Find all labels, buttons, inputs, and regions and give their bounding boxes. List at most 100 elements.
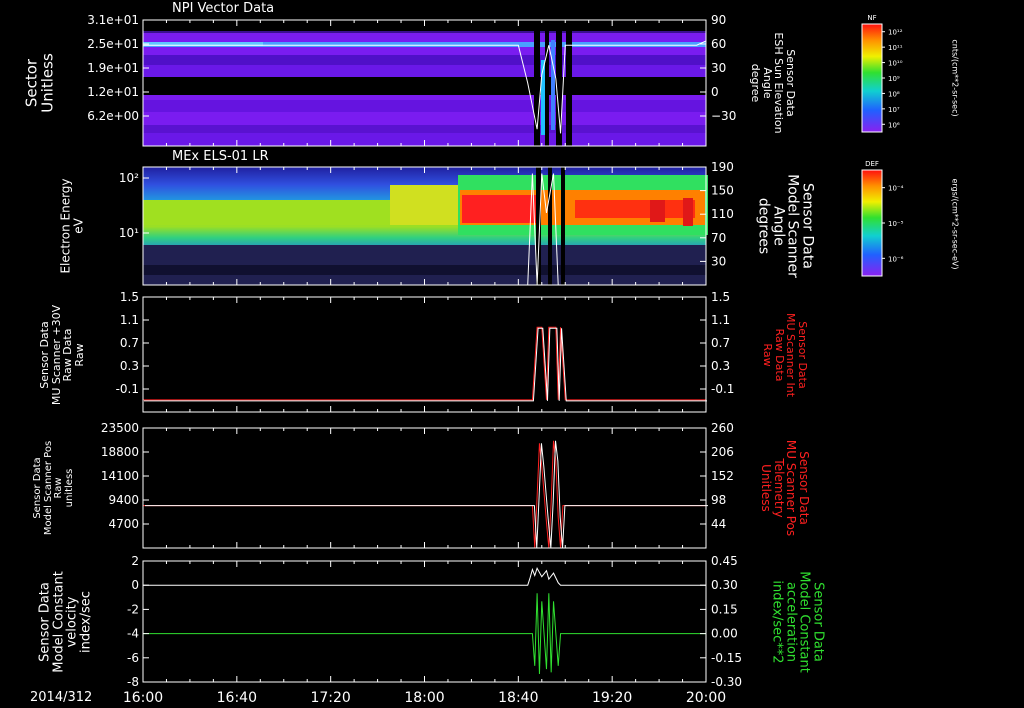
els-yellow-region — [390, 185, 460, 225]
colorbar-tick-label: 10⁻⁵ — [888, 220, 904, 228]
npi-band — [143, 112, 706, 125]
npi-burst — [551, 40, 555, 130]
npi-band — [143, 100, 706, 112]
y2-tick-label: 0 — [711, 85, 719, 99]
time-tick-label: 18:40 — [498, 690, 538, 706]
time-tick-label: 17:20 — [310, 690, 350, 706]
time-tick-label: 16:40 — [217, 690, 257, 706]
y2-tick-label: 190 — [711, 160, 734, 174]
colorbar-tick-label: 10⁷ — [888, 106, 900, 114]
y-tick-label: 10² — [119, 171, 139, 185]
colorbar-tick-label: 10¹⁰ — [888, 60, 903, 68]
panel1-right-axis-title: Sensor Data ESH Sun Elevation Angle degree — [749, 32, 798, 134]
y2-tick-label: 60 — [711, 37, 726, 51]
npi-band — [143, 47, 706, 55]
y2-tick-label: 90 — [711, 13, 726, 27]
panel4-lines — [143, 440, 706, 549]
colorbar-1: NF 10¹² 10¹¹ 10¹⁰ 10⁹ 10⁸ 10⁷ 10⁶ — [861, 14, 903, 133]
y2-tick-label: 0.15 — [711, 602, 738, 616]
npi-gap — [566, 20, 572, 146]
colorbar-tick-label: 10¹¹ — [888, 44, 903, 52]
y-tick-label: 9400 — [108, 493, 139, 507]
series-line-shadow — [145, 440, 708, 549]
y-tick-label: 0.3 — [120, 359, 139, 373]
y-tick-label: -6 — [127, 651, 139, 665]
y-tick-label: -8 — [127, 675, 139, 689]
series-line-shadow — [144, 327, 707, 402]
colorbar2-unit: ergs/(cm**2-sr-sec-eV) — [950, 178, 960, 270]
panel4-axes: 23500 18800 14100 9400 4700 260 206 152 98 44 — [101, 421, 734, 549]
npi-band — [143, 33, 706, 42]
y2-tick-label: 0.3 — [711, 359, 730, 373]
panel3-left-axis-title: Sensor Data MU Scanner +30V Raw Data Raw — [37, 304, 86, 406]
npi-band — [143, 65, 706, 77]
npi-band — [143, 95, 706, 100]
y-tick-label: 6.2e+00 — [87, 109, 139, 123]
y-tick-label: 23500 — [101, 421, 139, 435]
colorbar-gradient — [861, 169, 883, 277]
y2-tick-label: -0.15 — [711, 651, 742, 665]
y-tick-label: 10¹ — [119, 226, 139, 240]
y2-tick-label: 1.5 — [711, 290, 730, 304]
els-red-core — [462, 195, 537, 223]
els-red-core — [575, 200, 695, 218]
y2-tick-label: 152 — [711, 469, 734, 483]
y2-tick-label: 1.1 — [711, 313, 730, 327]
y-tick-label: 0 — [131, 578, 139, 592]
y-tick-label: -2 — [127, 602, 139, 616]
time-tick-label: 20:00 — [686, 690, 726, 706]
y2-tick-label: 110 — [711, 207, 734, 221]
colorbar1-unit: cnts/(cm**2-sr-sec) — [950, 39, 960, 117]
date-label: 2014/312 — [30, 690, 93, 705]
y2-tick-label: 30 — [711, 254, 726, 268]
npi-gap — [545, 20, 549, 146]
time-tick-label: 16:00 — [123, 690, 163, 706]
panel5-right-axis-title: Sensor Data Model Constant acceleration ind… — [769, 571, 826, 673]
panel5-lines — [143, 567, 706, 674]
els-red-spot — [650, 200, 665, 222]
npi-band — [143, 31, 706, 33]
y-tick-label: 2 — [131, 554, 139, 568]
y2-tick-label: 44 — [711, 517, 726, 531]
time-tick-label: 19:20 — [592, 690, 632, 706]
y-tick-label: 1.2e+01 — [87, 85, 139, 99]
panel-frame — [142, 560, 707, 683]
npi-band — [143, 125, 706, 133]
panel1-title: NPI Vector Data — [172, 1, 275, 16]
colorbar-tick-label: 10⁻⁴ — [888, 185, 904, 193]
panel3-axes: 1.5 1.1 0.7 0.3 -0.1 1.5 1.1 0.7 0.3 -0.1 — [116, 290, 734, 413]
y2-tick-label: 0.45 — [711, 554, 738, 568]
panel3-lines — [143, 326, 706, 401]
y-tick-label: 2.5e+01 — [87, 37, 139, 51]
plot-canvas: 3.1e+01 2.5e+01 1.9e+01 1.2e+01 6.2e+00 90 60 3… — [87, 13, 904, 706]
els-gap — [561, 167, 565, 285]
y2-tick-label: 0.7 — [711, 336, 730, 350]
colorbar-2: DEF 10⁻⁴ 10⁻⁵ 10⁻⁶ — [861, 160, 904, 277]
panel2-left-axis-title: Electron Energy eV — [58, 178, 85, 274]
y-tick-label: 14100 — [101, 469, 139, 483]
y-tick-label: 18800 — [101, 445, 139, 459]
panel1-left-axis-title: Sector Unitless — [22, 53, 56, 113]
series-line — [143, 440, 706, 549]
y2-tick-label: −30 — [711, 109, 736, 123]
y2-tick-label: 0.00 — [711, 627, 738, 641]
panel-frame — [142, 427, 707, 549]
els-lowband — [143, 265, 706, 275]
panel5-left-axis-title: Sensor Data Model Constant velocity index/s… — [37, 571, 94, 673]
colorbar-tick-label: 10⁸ — [888, 90, 900, 98]
els-heatmap — [143, 167, 708, 286]
panel4-right-axis-title: Sensor Data MU Scanner Pos Telemetry Unitle… — [759, 439, 812, 537]
y-tick-label: -4 — [127, 627, 139, 641]
series-line — [143, 593, 706, 674]
colorbar-tick-label: 10⁶ — [888, 121, 900, 129]
series-line — [143, 326, 706, 401]
y2-tick-label: 206 — [711, 445, 734, 459]
colorbar-label: NF — [867, 14, 876, 22]
panel5-axes: 2 0 -2 -4 -6 -8 0.45 0.30 0.15 0.00 -0.15 -0.30 — [127, 554, 742, 689]
panel2-right-axis-title: Sensor Data Model Scanner Angle degrees — [755, 174, 816, 278]
y-tick-label: 0.7 — [120, 336, 139, 350]
y2-tick-label: 260 — [711, 421, 734, 435]
y-tick-label: 3.1e+01 — [87, 13, 139, 27]
colorbar-label: DEF — [865, 160, 879, 168]
y2-tick-label: -0.1 — [711, 382, 734, 396]
